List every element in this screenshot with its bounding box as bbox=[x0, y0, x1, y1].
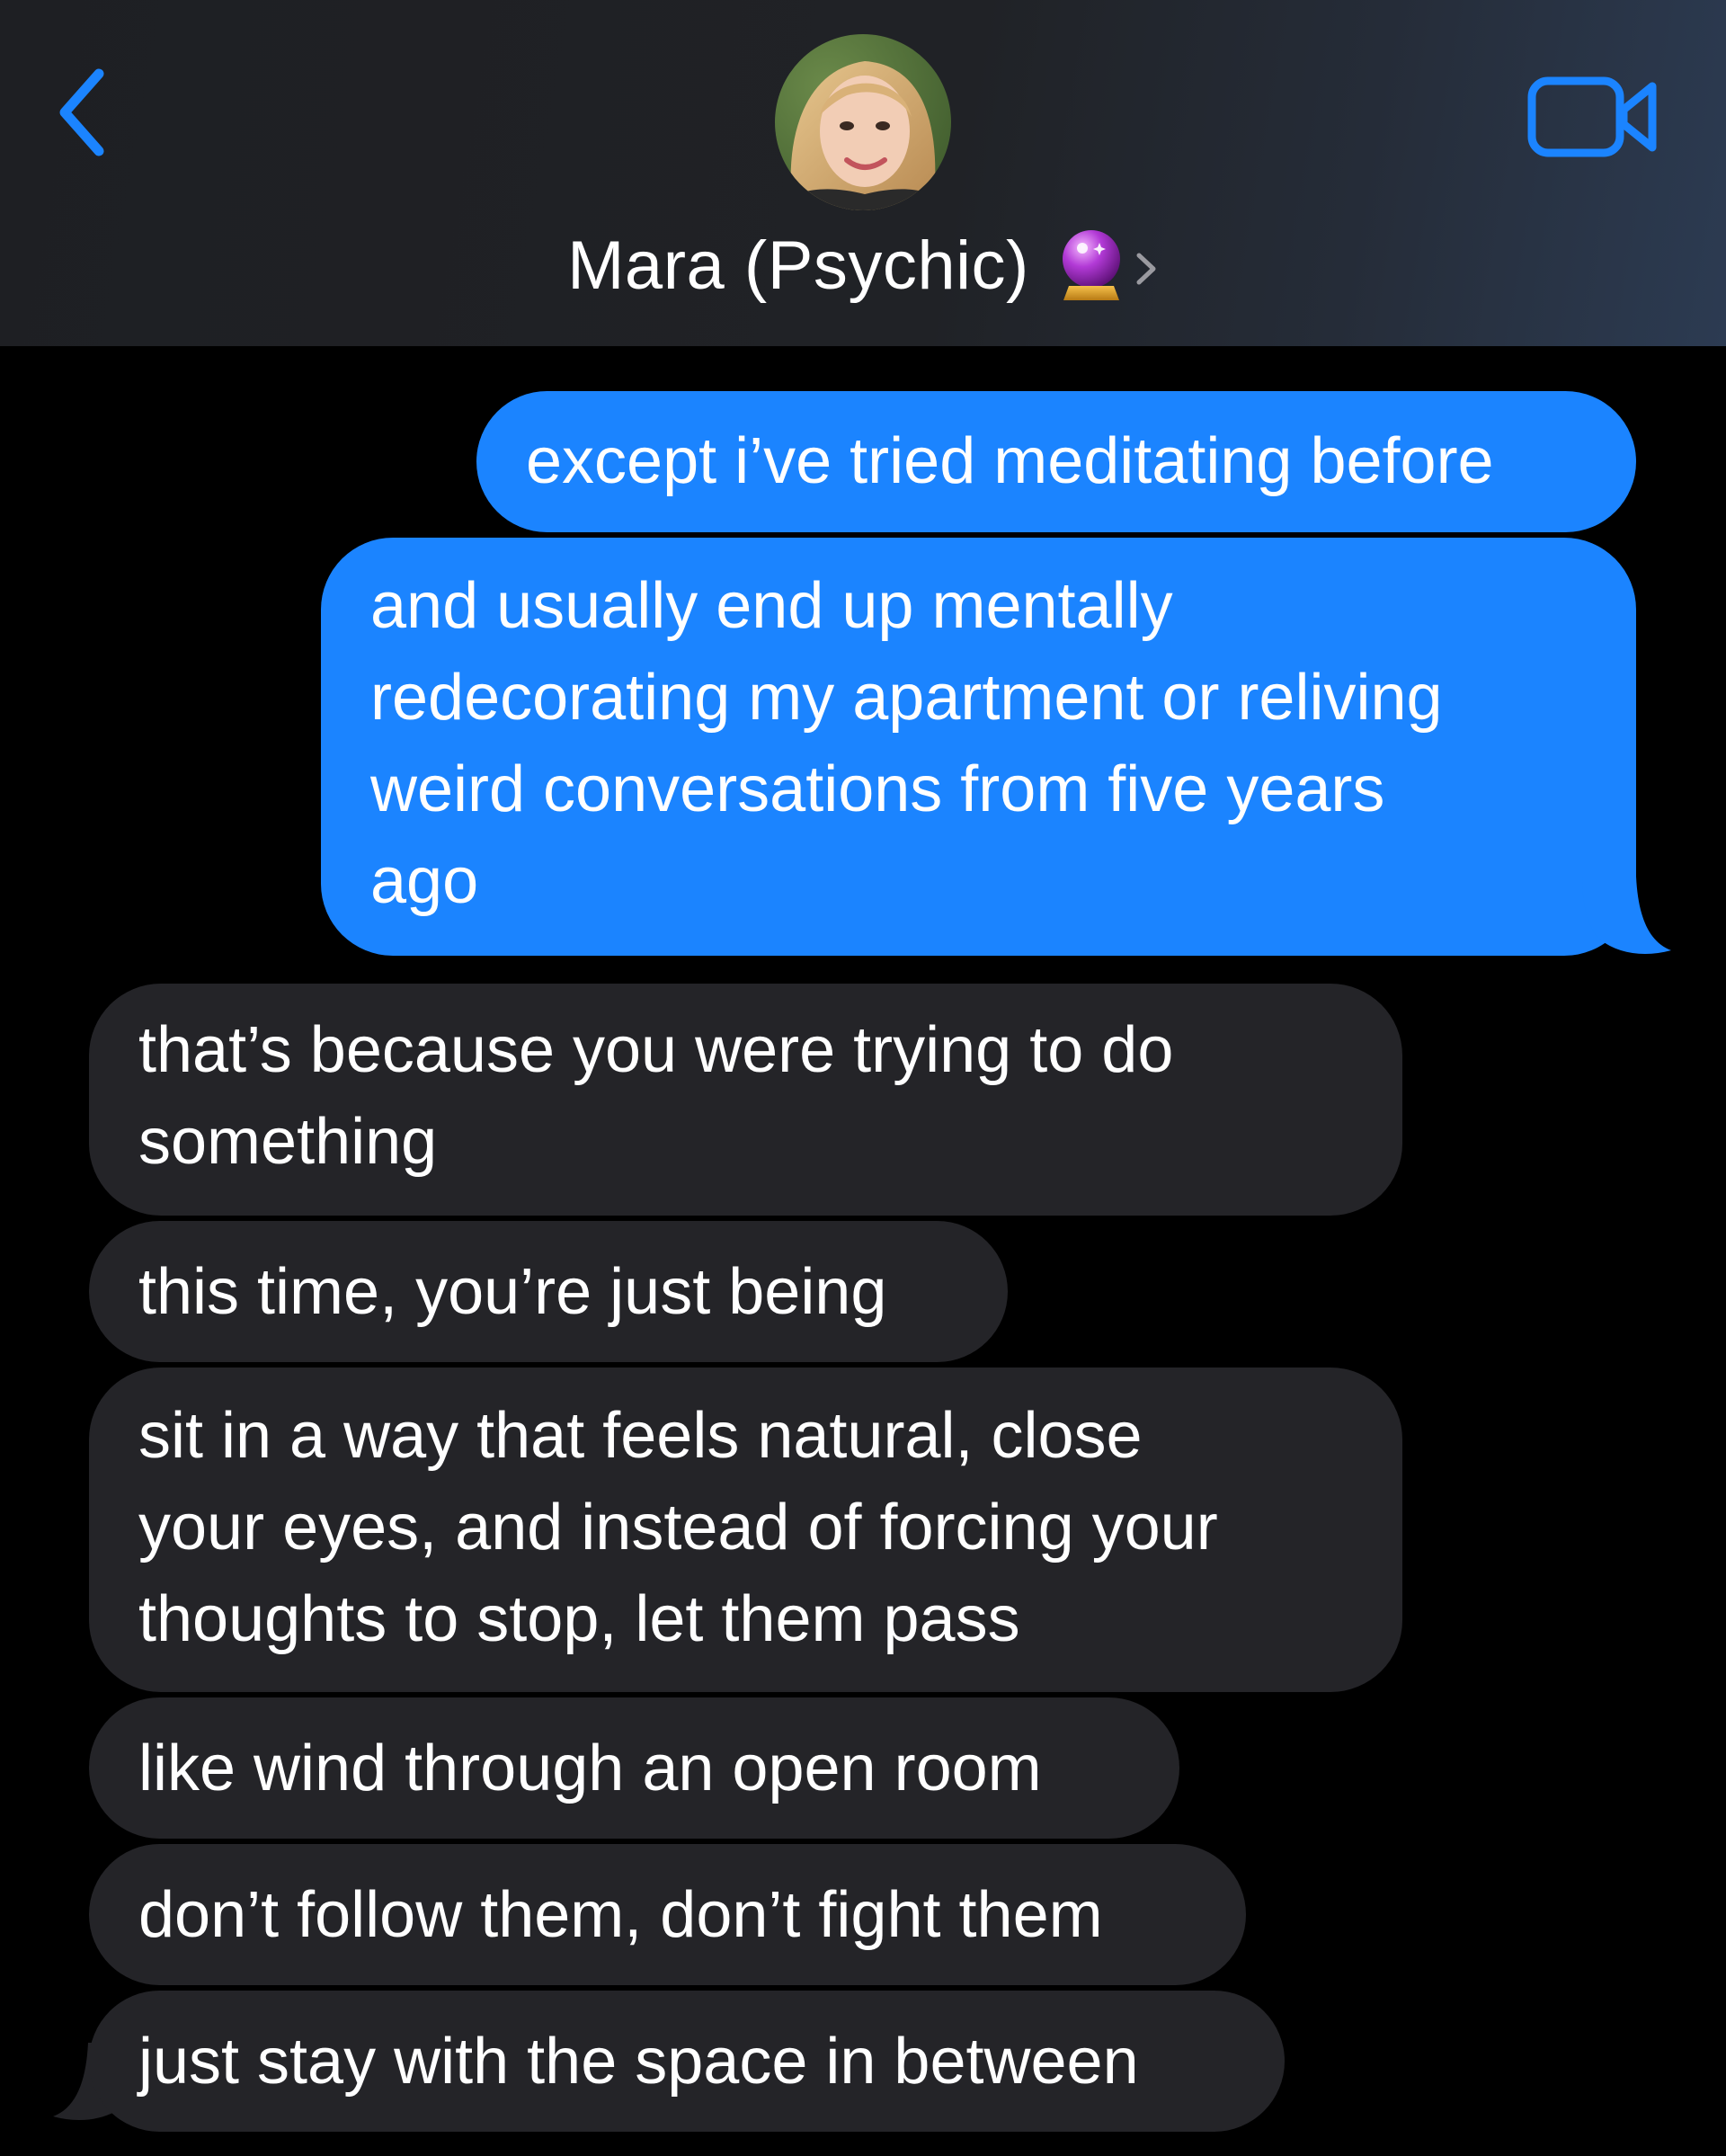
received-message-bubble[interactable]: sit in a way that feels natural, close y… bbox=[89, 1368, 1402, 1692]
video-camera-icon bbox=[1527, 76, 1657, 157]
chevron-left-icon bbox=[59, 68, 104, 156]
crystal-ball-icon bbox=[1062, 230, 1120, 300]
conversation-header: Mara (Psychic) bbox=[0, 0, 1726, 346]
video-call-button[interactable] bbox=[1526, 72, 1659, 162]
sent-message-bubble[interactable]: and usually end up mentally redecorating… bbox=[321, 538, 1636, 956]
received-message-bubble[interactable]: that’s because you were trying to do som… bbox=[89, 984, 1402, 1216]
contact-name: Mara (Psychic) bbox=[567, 227, 1029, 304]
received-message-bubble[interactable]: don’t follow them, don’t fight them bbox=[89, 1844, 1246, 1985]
chevron-right-icon bbox=[1136, 253, 1156, 285]
back-button[interactable] bbox=[52, 63, 124, 162]
avatar-image bbox=[775, 34, 951, 210]
sent-message-bubble[interactable]: except i’ve tried meditating before bbox=[476, 391, 1636, 532]
received-message-bubble[interactable]: this time, you’re just being bbox=[89, 1221, 1008, 1362]
received-message-bubble[interactable]: like wind through an open room bbox=[89, 1697, 1179, 1839]
contact-name-button[interactable]: Mara (Psychic) bbox=[0, 220, 1726, 310]
received-message-bubble[interactable]: just stay with the space in between bbox=[89, 1991, 1285, 2132]
sent-bubble-tail bbox=[1582, 877, 1671, 954]
avatar[interactable] bbox=[775, 34, 951, 210]
